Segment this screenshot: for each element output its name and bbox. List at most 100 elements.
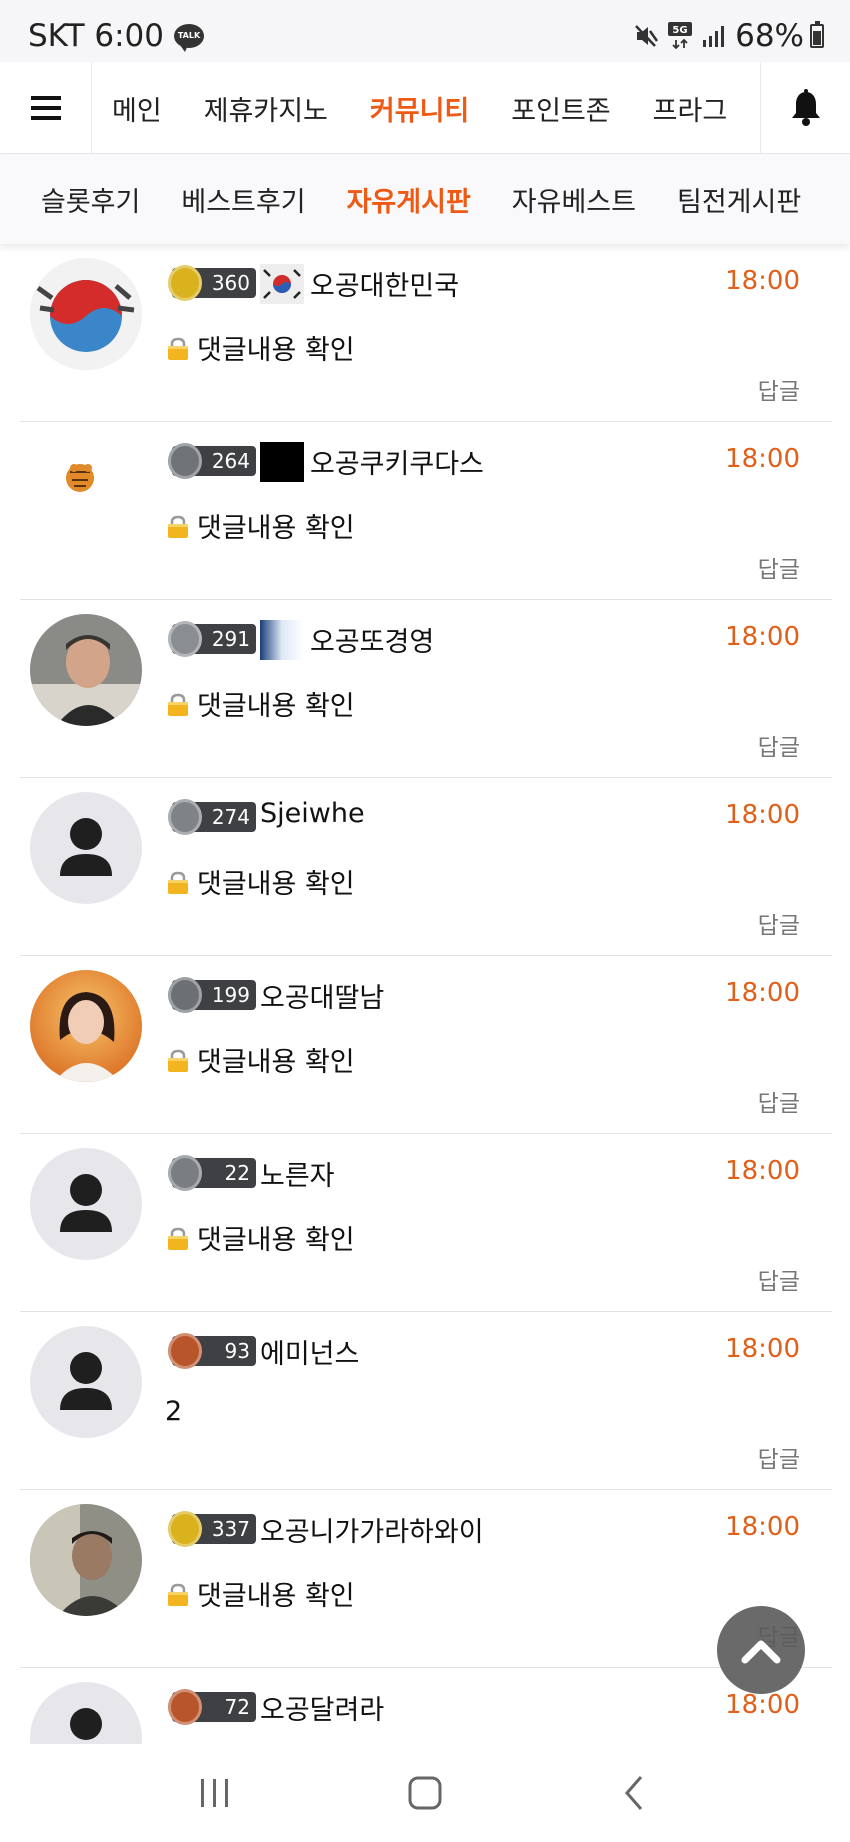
main-nav-item[interactable]: 프라그 — [653, 89, 728, 128]
avatar[interactable] — [30, 258, 142, 370]
comment-content: 2 — [165, 1396, 182, 1427]
comment-text: 댓글내용 확인 — [197, 1047, 355, 1078]
comment-time: 18:00 — [725, 1334, 800, 1364]
main-nav-item[interactable]: 커뮤니티 — [370, 89, 469, 128]
comment-content: 댓글내용 확인 — [165, 684, 355, 723]
reply-button[interactable]: 답글 — [758, 1084, 800, 1118]
comment-text: 댓글내용 확인 — [197, 335, 355, 366]
comment-item: 291 오공또경영 18:00 댓글내용 확인답글 — [20, 600, 832, 778]
comment-time: 18:00 — [725, 622, 800, 652]
level-number: 264 — [211, 449, 250, 473]
status-bar: SKT 6:00 TALK 5G 68% — [0, 0, 850, 62]
nickname[interactable]: 오공쿠키쿠다스 — [310, 442, 484, 481]
status-right: 5G 68% — [633, 18, 824, 54]
comment-content: 댓글내용 확인 — [165, 1040, 355, 1079]
hamburger-icon[interactable] — [0, 62, 92, 154]
lock-icon — [165, 336, 191, 360]
avatar[interactable] — [30, 614, 142, 726]
nickname[interactable]: 오공대딸남 — [260, 976, 384, 1015]
mute-icon — [635, 25, 659, 47]
signal-icon — [703, 26, 725, 47]
lock-icon — [165, 870, 191, 894]
user-flag-icon — [260, 264, 304, 304]
comment-time: 18:00 — [725, 1512, 800, 1542]
avatar[interactable] — [30, 970, 142, 1082]
level-number: 360 — [211, 271, 250, 295]
nickname[interactable]: 오공니가가라하와이 — [260, 1510, 484, 1549]
sub-nav-item[interactable]: 자유게시판 — [347, 180, 471, 219]
level-badge: 22 — [168, 1155, 256, 1191]
battery-icon — [810, 21, 824, 48]
level-badge: 199 — [168, 977, 256, 1013]
reply-button[interactable]: 답글 — [758, 728, 800, 762]
level-number: 199 — [211, 983, 250, 1007]
comment-item: 360 오공대한민국 18:00 댓글내용 확인답글 — [20, 244, 832, 422]
comment-item: 199 오공대딸남 18:00 댓글내용 확인답글 — [20, 956, 832, 1134]
sub-nav-item[interactable]: 슬롯후기 — [41, 180, 140, 219]
level-badge: 72 — [168, 1689, 256, 1725]
back-icon[interactable] — [615, 1773, 655, 1813]
avatar[interactable] — [30, 436, 142, 548]
reply-button[interactable]: 답글 — [758, 550, 800, 584]
level-emblem-icon — [168, 799, 202, 835]
comment-content: 댓글내용 확인 — [165, 1574, 355, 1613]
level-number: 22 — [224, 1161, 250, 1185]
lock-icon — [165, 514, 191, 538]
avatar[interactable] — [30, 1682, 142, 1744]
main-nav-item[interactable]: 제휴카지노 — [204, 89, 328, 128]
comment-time: 18:00 — [725, 1156, 800, 1186]
carrier-time: SKT 6:00 — [28, 18, 165, 54]
nickname[interactable]: Sjeiwhe — [260, 798, 365, 829]
comment-text: 댓글내용 확인 — [197, 513, 355, 544]
sub-nav-item[interactable]: 팀전게시판 — [677, 180, 801, 219]
nickname[interactable]: 노른자 — [260, 1154, 335, 1193]
avatar[interactable] — [30, 1326, 142, 1438]
comment-item: 274 Sjeiwhe 18:00 댓글내용 확인 답글 — [20, 778, 832, 956]
reply-button[interactable]: 답글 — [758, 906, 800, 940]
home-icon[interactable] — [405, 1773, 445, 1813]
comment-time: 18:00 — [725, 978, 800, 1008]
comment-time: 18:00 — [725, 266, 800, 296]
lock-icon — [165, 1048, 191, 1072]
level-emblem-icon — [168, 443, 202, 479]
main-nav: 메인 제휴카지노 커뮤니티 포인트존 프라그 — [0, 62, 850, 154]
5g-icon: 5G — [668, 22, 693, 50]
main-nav-item[interactable]: 메인 — [112, 89, 162, 128]
user-flag-icon — [260, 442, 304, 482]
nickname[interactable]: 오공또경영 — [310, 620, 434, 659]
level-badge: 264 — [168, 443, 256, 479]
reply-button[interactable]: 답글 — [758, 372, 800, 406]
lock-icon — [165, 1226, 191, 1250]
avatar[interactable] — [30, 792, 142, 904]
lock-icon — [165, 692, 191, 716]
sub-nav: 슬롯후기 베스트후기 자유게시판 자유베스트 팀전게시판 — [0, 154, 850, 244]
nickname[interactable]: 에미넌스 — [260, 1332, 359, 1371]
comment-content: 댓글내용 확인 — [165, 328, 355, 367]
recent-apps-icon[interactable] — [195, 1775, 235, 1811]
reply-button[interactable]: 답글 — [758, 1440, 800, 1474]
level-number: 274 — [211, 805, 250, 829]
chevron-up-icon — [741, 1640, 781, 1664]
avatar[interactable] — [30, 1504, 142, 1616]
scroll-top-button[interactable] — [717, 1606, 805, 1694]
avatar[interactable] — [30, 1148, 142, 1260]
comment-text: 댓글내용 확인 — [197, 1225, 355, 1256]
nickname[interactable]: 오공대한민국 — [310, 264, 459, 303]
comment-text: 댓글내용 확인 — [197, 691, 355, 722]
comment-item: 22 노른자 18:00 댓글내용 확인답글 — [20, 1134, 832, 1312]
comment-text: 댓글내용 확인 — [197, 869, 355, 900]
sub-nav-item[interactable]: 베스트후기 — [181, 180, 305, 219]
talk-icon: TALK — [174, 24, 205, 52]
reply-button[interactable]: 답글 — [758, 1262, 800, 1296]
comment-text: 댓글내용 확인 — [197, 1581, 355, 1612]
level-emblem-icon — [168, 977, 202, 1013]
sub-nav-item[interactable]: 자유베스트 — [512, 180, 636, 219]
comment-content: 댓글내용 확인 — [165, 1218, 355, 1257]
main-nav-item[interactable]: 포인트존 — [511, 89, 610, 128]
nickname[interactable]: 오공달려라 — [260, 1688, 384, 1727]
bell-icon[interactable] — [760, 62, 850, 154]
level-number: 337 — [211, 1517, 250, 1541]
level-badge: 291 — [168, 621, 256, 657]
user-flag-icon — [260, 620, 304, 660]
svg-text:5G: 5G — [673, 25, 688, 36]
